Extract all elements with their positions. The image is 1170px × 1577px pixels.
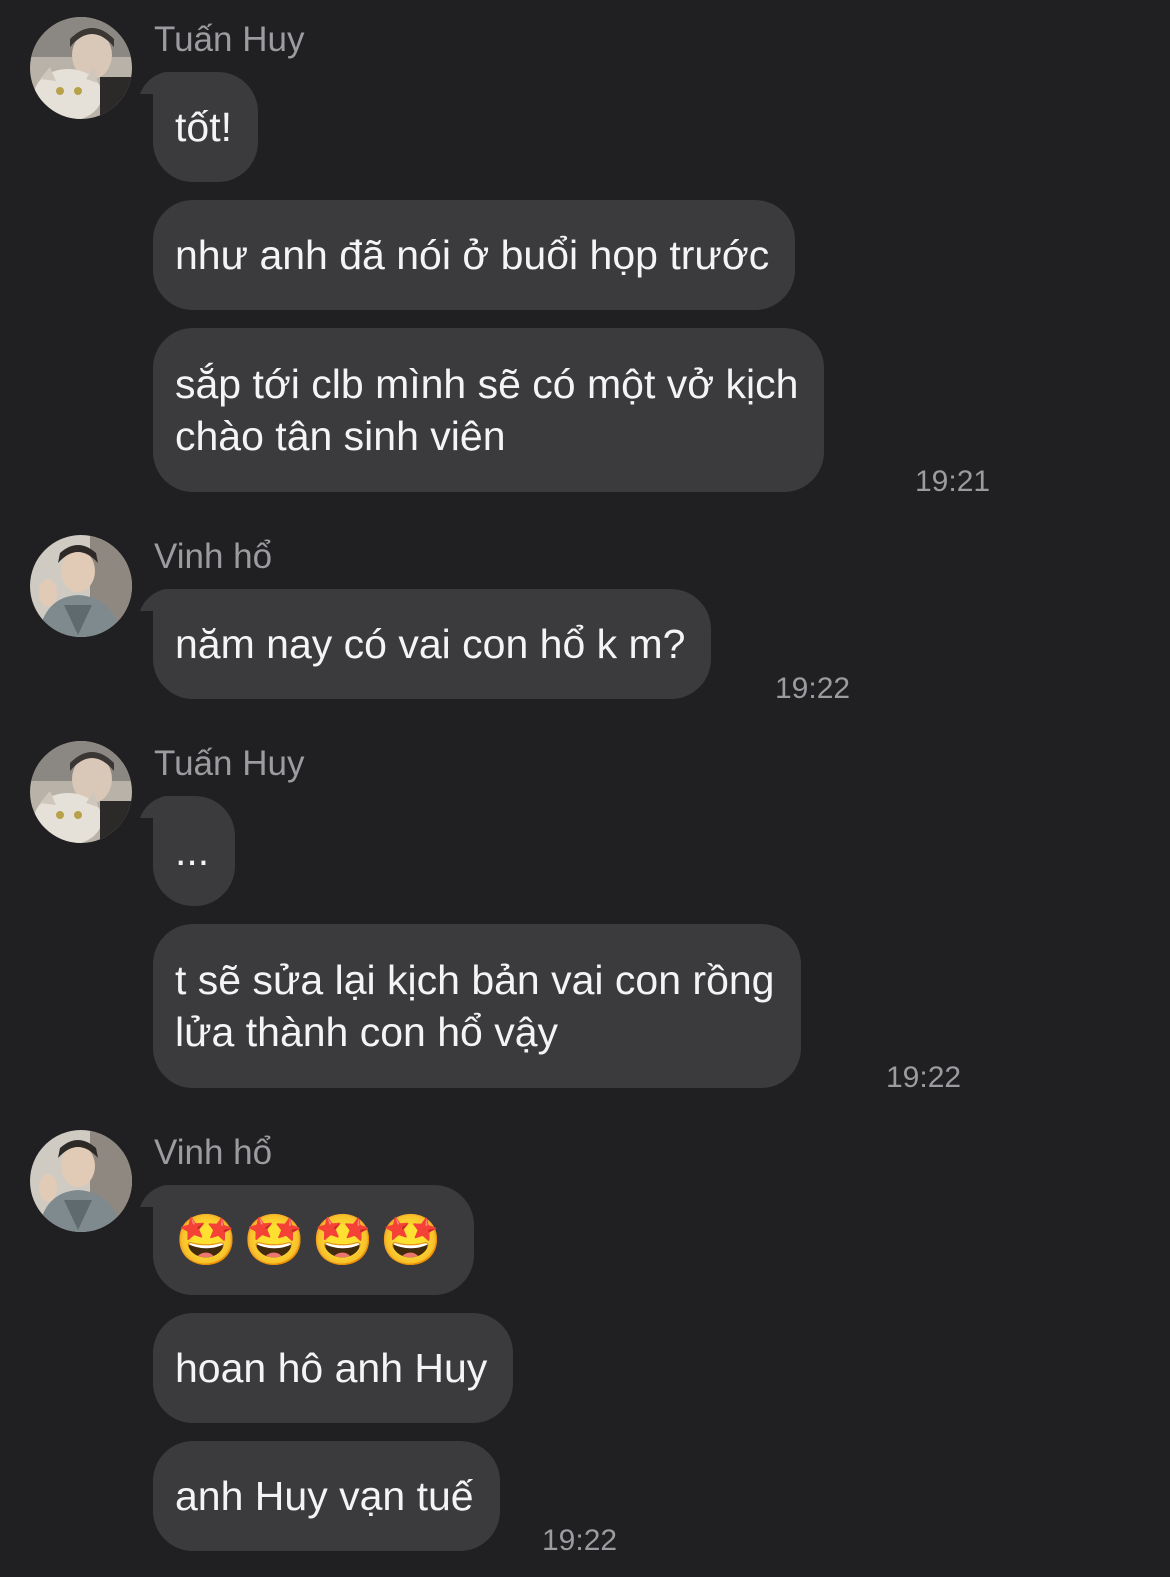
message-bubble[interactable]: hoan hô anh Huy	[153, 1313, 514, 1423]
sender-name: Tuấn Huy	[154, 744, 305, 783]
message-bubble[interactable]: anh Huy vạn tuế	[153, 1441, 500, 1551]
timestamp: 19:21	[915, 465, 991, 498]
avatar-tuan-huy-icon[interactable]	[30, 17, 132, 119]
message-bubble[interactable]: 🤩🤩🤩🤩	[153, 1185, 475, 1295]
timestamp: 19:22	[886, 1061, 962, 1094]
sender-name: Tuấn Huy	[154, 20, 305, 59]
message-bubble[interactable]: sắp tới clb mình sẽ có một vở kịch chào …	[153, 328, 825, 492]
avatar-tuan-huy-icon[interactable]	[30, 741, 132, 843]
message-bubble[interactable]: như anh đã nói ở buổi họp trước	[153, 200, 796, 310]
message-bubble[interactable]: ...	[153, 796, 236, 906]
sender-name: Vinh hổ	[154, 537, 273, 576]
timestamp: 19:22	[775, 672, 851, 705]
message-bubble[interactable]: năm nay có vai con hổ k m?	[153, 589, 712, 699]
message-bubble[interactable]: tốt!	[153, 72, 258, 182]
timestamp: 19:22	[542, 1524, 618, 1557]
avatar-vinh-ho-icon[interactable]	[30, 535, 132, 637]
sender-name: Vinh hổ	[154, 1133, 273, 1172]
avatar-vinh-ho-icon[interactable]	[30, 1130, 132, 1232]
message-bubble[interactable]: t sẽ sửa lại kịch bản vai con rồng lửa t…	[153, 924, 801, 1088]
